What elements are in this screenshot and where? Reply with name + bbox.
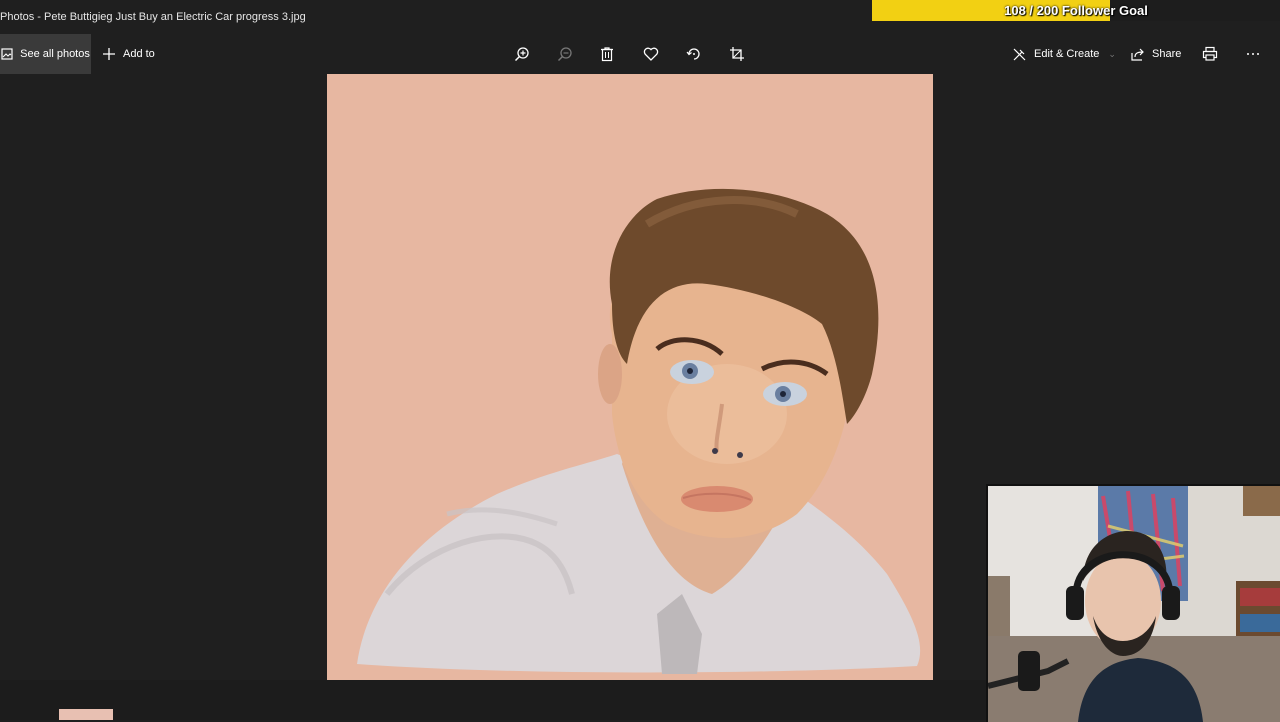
favorite-icon bbox=[643, 46, 659, 62]
more-options-button[interactable] bbox=[1242, 43, 1264, 65]
filmstrip-thumbnail[interactable] bbox=[59, 709, 113, 720]
edit-create-label: Edit & Create bbox=[1034, 48, 1100, 60]
chevron-down-icon: ⌄ bbox=[1108, 48, 1116, 59]
zoom-in-icon bbox=[514, 46, 530, 62]
photo-canvas[interactable] bbox=[327, 74, 933, 680]
add-to-button[interactable]: Add to bbox=[102, 34, 155, 74]
share-button[interactable]: Share bbox=[1130, 34, 1181, 74]
zoom-out-icon bbox=[557, 46, 573, 62]
rotate-icon bbox=[686, 46, 702, 62]
follower-goal-bar: 108 / 200 Follower Goal bbox=[872, 0, 1280, 21]
webcam-feed-image bbox=[988, 486, 1280, 722]
favorite-button[interactable] bbox=[640, 43, 662, 65]
more-icon bbox=[1245, 46, 1261, 62]
crop-button[interactable] bbox=[726, 43, 748, 65]
toolbar: See all photos Add to Edit & Create ⌄ Sh… bbox=[0, 34, 1280, 74]
rotate-button[interactable] bbox=[683, 43, 705, 65]
follower-goal-label: 108 / 200 Follower Goal bbox=[1004, 3, 1148, 18]
window-title: Photos - Pete Buttigieg Just Buy an Elec… bbox=[0, 11, 306, 23]
bottom-filmstrip bbox=[0, 680, 986, 720]
print-icon bbox=[1202, 46, 1218, 62]
add-to-label: Add to bbox=[123, 48, 155, 60]
print-button[interactable] bbox=[1199, 43, 1221, 65]
see-all-photos-button[interactable]: See all photos bbox=[0, 34, 91, 74]
zoom-out-button[interactable] bbox=[554, 43, 576, 65]
photos-icon bbox=[1, 48, 13, 60]
share-icon bbox=[1130, 47, 1145, 62]
edit-icon bbox=[1012, 47, 1027, 62]
webcam-overlay bbox=[986, 484, 1280, 722]
crop-icon bbox=[729, 46, 745, 62]
share-label: Share bbox=[1152, 48, 1182, 60]
edit-create-button[interactable]: Edit & Create ⌄ bbox=[1012, 34, 1116, 74]
painted-portrait-image bbox=[327, 74, 933, 680]
plus-icon bbox=[102, 47, 116, 61]
delete-button[interactable] bbox=[596, 43, 618, 65]
see-all-photos-label: See all photos bbox=[20, 48, 90, 60]
zoom-in-button[interactable] bbox=[511, 43, 533, 65]
delete-icon bbox=[599, 46, 615, 62]
